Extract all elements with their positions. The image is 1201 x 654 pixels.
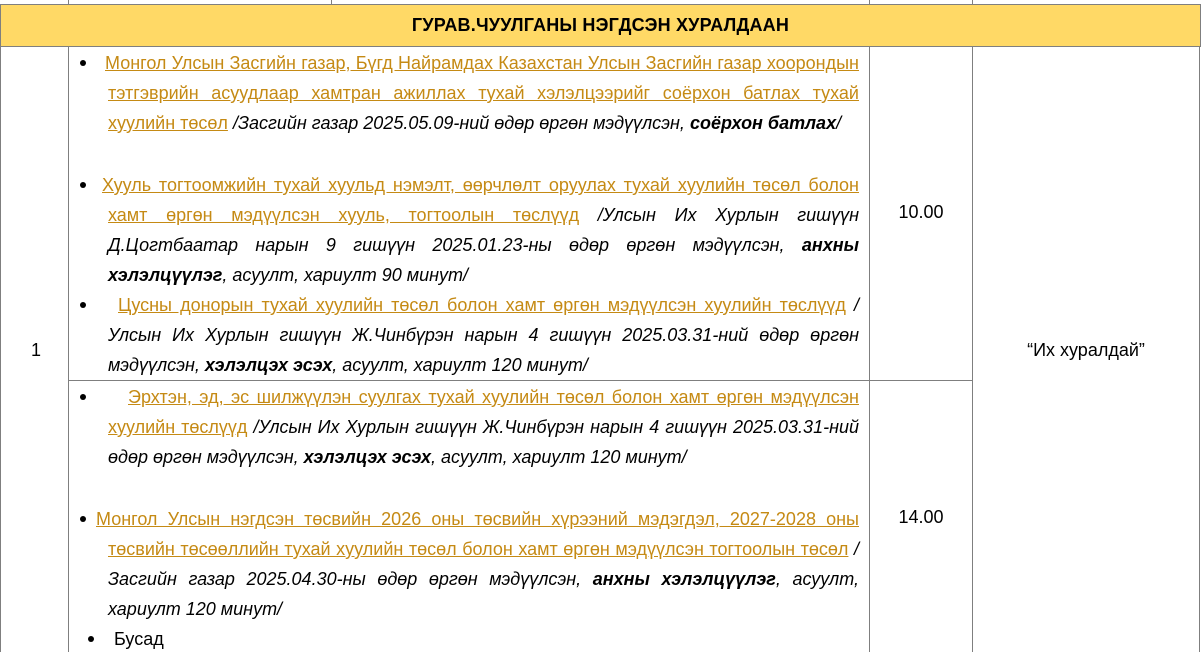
section-title: ГУРАВ.ЧУУЛГАНЫ НЭГДСЭН ХУРАЛДААН xyxy=(411,15,790,35)
bullet-icon xyxy=(88,636,94,642)
bullet-icon xyxy=(80,302,86,308)
section-header: ГУРАВ.ЧУУЛГАНЫ НЭГДСЭН ХУРАЛДААН xyxy=(0,4,1201,47)
item-stage: хэлэлцэх эсэх xyxy=(204,355,333,375)
item-note: , асуулт, хариулт 120 минут/ xyxy=(332,355,588,375)
agenda-item: Хууль тогтоомжийн тухай хуульд нэмэлт, ө… xyxy=(102,170,859,290)
item-note: , асуулт, хариулт 120 минут/ xyxy=(431,447,687,467)
bullet-icon xyxy=(80,394,86,400)
row-number-cell: 1 xyxy=(1,340,68,362)
column-divider xyxy=(869,47,870,652)
time-cell: 14.00 xyxy=(870,507,972,528)
agenda-item: Монгол Улсын Засгийн газар, Бүгд Найрамд… xyxy=(105,48,859,138)
other-label: Бусад xyxy=(114,629,164,649)
item-note: , асуулт, хариулт 90 минут/ xyxy=(222,265,469,285)
row-number: 1 xyxy=(31,340,42,360)
bullet-icon xyxy=(80,182,86,188)
item-note: /Засгийн газар 2025.05.09-ний өдөр өргөн… xyxy=(227,113,690,133)
time-cell: 10.00 xyxy=(870,202,972,223)
item-stage: соёрхон батлах xyxy=(689,113,837,133)
item-stage: хэлэлцэх эсэх xyxy=(303,447,432,467)
bullet-icon xyxy=(80,60,86,66)
bullet-icon xyxy=(80,516,86,522)
location-cell: “Их хуралдай” xyxy=(973,340,1199,361)
agenda-item: Монгол Улсын нэгдсэн төсвийн 2026 оны тө… xyxy=(96,504,859,624)
location-label: “Их хуралдай” xyxy=(1027,340,1145,360)
bill-link[interactable]: Монгол Улсын нэгдсэн төсвийн 2026 оны тө… xyxy=(96,509,859,559)
agenda-item: Эрхтэн, эд, эс шилжүүлэн суулгах тухай х… xyxy=(108,382,859,472)
time-label: 14.00 xyxy=(898,507,944,527)
item-note: / xyxy=(836,113,842,133)
agenda-item-other: Бусад xyxy=(114,624,414,654)
column-divider xyxy=(68,47,69,652)
agenda-item: Цусны донорын тухай хуулийн төсөл болон … xyxy=(108,290,859,380)
agenda-table: ГУРАВ.ЧУУЛГАНЫ НЭГДСЭН ХУРАЛДААН 1 10.00… xyxy=(0,0,1201,652)
item-stage: анхны хэлэлцүүлэг xyxy=(592,569,776,589)
bill-link[interactable]: Цусны донорын тухай хуулийн төсөл болон … xyxy=(118,295,846,315)
table-border-right xyxy=(1199,47,1200,652)
row-divider xyxy=(68,380,973,381)
time-label: 10.00 xyxy=(898,202,944,222)
